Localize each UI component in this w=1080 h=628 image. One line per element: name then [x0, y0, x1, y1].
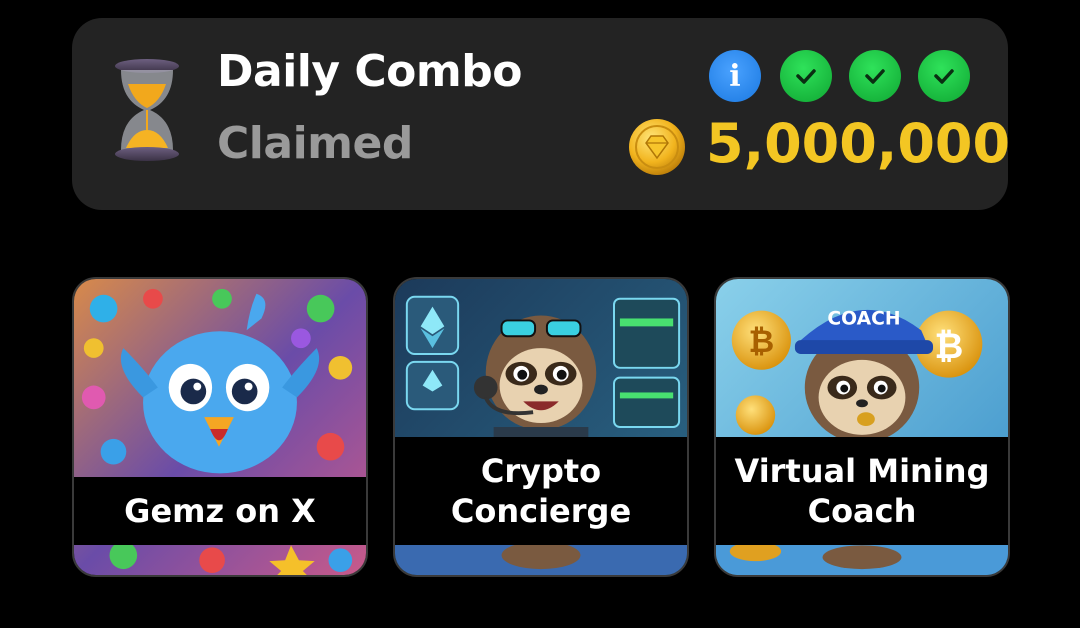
coin-icon: [629, 119, 685, 175]
combo-card-virtual-mining-coach[interactable]: ₿ ₿ COACH Virtual Mining Coach: [714, 277, 1010, 577]
card-title: Crypto Concierge: [395, 437, 687, 545]
combo-card-gemz-on-x[interactable]: Gemz on X: [72, 277, 368, 577]
check-icon: [780, 50, 832, 102]
info-icon[interactable]: i: [709, 50, 761, 102]
check-icon: [918, 50, 970, 102]
card-title: Virtual Mining Coach: [716, 437, 1008, 545]
combo-card-crypto-concierge[interactable]: Crypto Concierge: [393, 277, 689, 577]
cap-text: COACH: [827, 308, 900, 329]
daily-combo-screen: Daily Combo Claimed i 5,000,000 Gemz on …: [0, 0, 1080, 628]
svg-text:₿: ₿: [749, 324, 775, 360]
reward-amount: 5,000,000: [706, 112, 1011, 175]
combo-status: Claimed: [217, 118, 413, 169]
check-icon: [849, 50, 901, 102]
svg-text:₿: ₿: [934, 326, 963, 367]
combo-title: Daily Combo: [217, 46, 522, 97]
card-title: Gemz on X: [74, 477, 366, 545]
hourglass-icon: [115, 59, 179, 161]
